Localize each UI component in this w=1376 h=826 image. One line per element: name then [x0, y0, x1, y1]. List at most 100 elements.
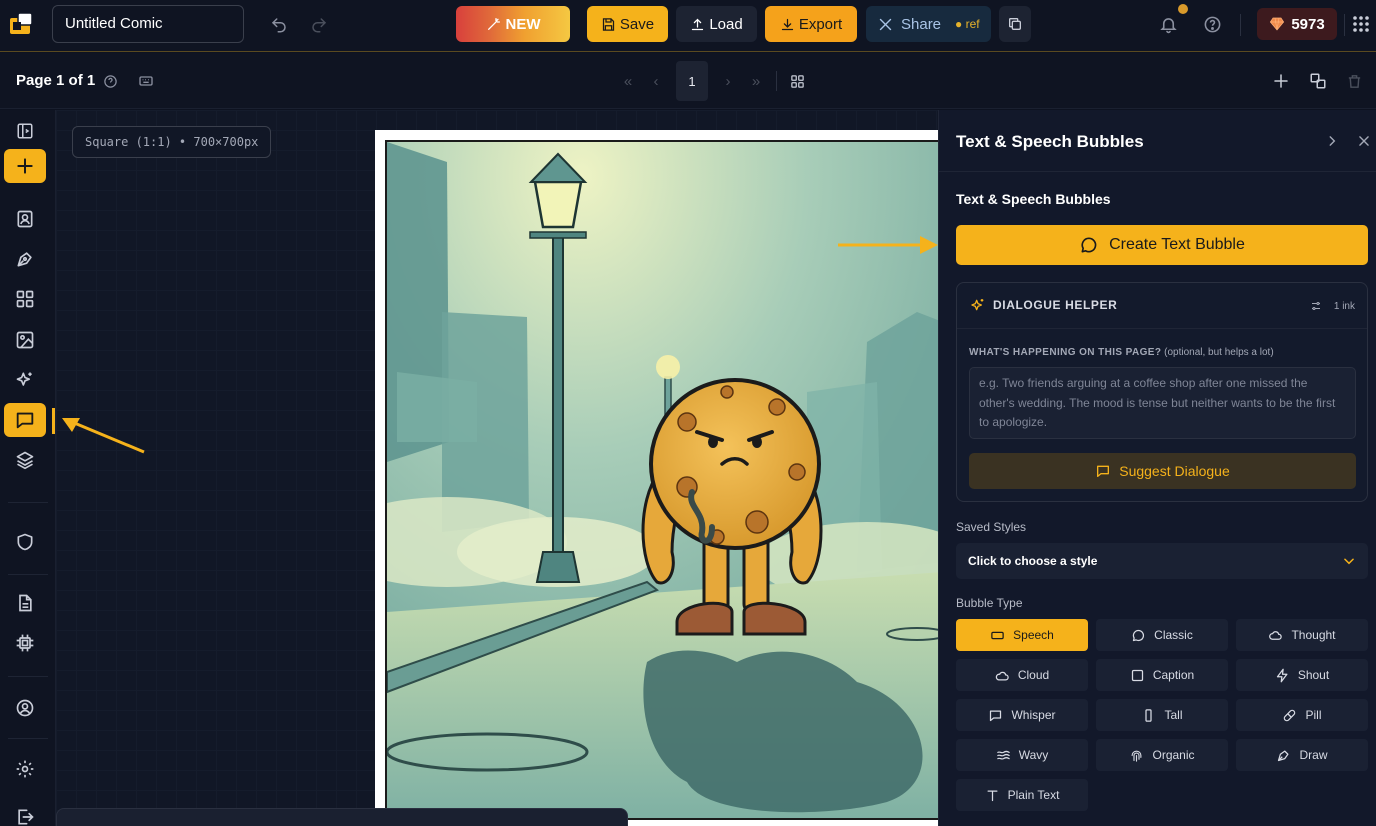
add-element-button[interactable]: [4, 149, 46, 183]
bubble-type-label-tall: Tall: [1164, 708, 1183, 722]
image-icon[interactable]: [4, 323, 46, 357]
save-button[interactable]: Save: [587, 6, 668, 42]
comic-panel-image[interactable]: [385, 140, 938, 820]
new-button[interactable]: NEW: [456, 6, 570, 42]
magic-wand-icon: [487, 18, 500, 30]
keyboard-shortcuts-icon[interactable]: [136, 71, 156, 91]
notifications-bell-icon[interactable]: [1156, 12, 1180, 36]
load-button[interactable]: Load: [676, 6, 757, 42]
export-button[interactable]: Export: [765, 6, 857, 42]
shield-icon[interactable]: [4, 525, 46, 559]
top-bar: Untitled Comic NEW Save Load Export Shar…: [0, 0, 1376, 52]
comic-title-input[interactable]: Untitled Comic: [52, 5, 244, 43]
duplicate-page-icon[interactable]: [1307, 71, 1329, 91]
share-button[interactable]: Share ● ref: [866, 6, 991, 42]
settings-gear-icon[interactable]: [4, 752, 46, 786]
layers-icon[interactable]: [4, 443, 46, 477]
saved-style-select[interactable]: Click to choose a style: [956, 543, 1368, 579]
page-label: Page 1 of 1: [16, 72, 96, 89]
save-icon: [602, 17, 615, 31]
pill-icon: [1284, 709, 1296, 721]
bubble-type-cloud[interactable]: Cloud: [956, 659, 1088, 691]
dialogue-helper-card: DIALOGUE HELPER 1 ink WHAT'S HAPPENING O…: [956, 282, 1368, 502]
delete-page-icon[interactable]: [1344, 71, 1364, 91]
dialogue-helper-divider: [957, 328, 1367, 329]
bubble-type-tall[interactable]: Tall: [1096, 699, 1228, 731]
panels-layout-icon[interactable]: [4, 282, 46, 316]
help-icon[interactable]: [1200, 12, 1224, 36]
saved-style-value: Click to choose a style: [968, 554, 1098, 568]
bubble-type-label-caption: Caption: [1152, 668, 1195, 682]
thought-cloud-icon: [1269, 630, 1283, 640]
pen-tool-icon[interactable]: [4, 242, 46, 276]
share-ref-badge: ● ref: [955, 17, 980, 31]
add-page-icon[interactable]: [1271, 71, 1291, 91]
bubble-type-pill[interactable]: Pill: [1236, 699, 1368, 731]
lightning-icon: [1276, 668, 1288, 682]
canvas-bottom-toolbar[interactable]: [56, 808, 628, 826]
apps-grid-icon[interactable]: [1350, 12, 1372, 36]
page-grid-view-icon[interactable]: [788, 72, 806, 90]
close-panel-icon[interactable]: [1355, 132, 1373, 150]
undo-icon[interactable]: [266, 12, 292, 38]
next-page-icon[interactable]: ›: [720, 71, 736, 91]
bubble-type-wavy[interactable]: Wavy: [956, 739, 1088, 771]
bubble-type-label-plain-text: Plain Text: [1007, 788, 1060, 802]
cloud-icon: [995, 671, 1009, 680]
share-ref-label: ref: [965, 17, 980, 31]
bubble-type-classic[interactable]: Classic: [1096, 619, 1228, 651]
comic-page[interactable]: [375, 130, 938, 826]
copy-icon: [1009, 18, 1021, 30]
bubble-type-label-draw: Draw: [1299, 748, 1328, 762]
message-square-icon: [1097, 465, 1110, 477]
panel-header: Text & Speech Bubbles: [939, 110, 1376, 172]
bubble-type-label-cloud: Cloud: [1017, 668, 1050, 682]
current-page-button[interactable]: 1: [676, 61, 708, 101]
user-profile-icon[interactable]: [4, 691, 46, 725]
bubble-type-organic[interactable]: Organic: [1096, 739, 1228, 771]
collapse-panel-icon[interactable]: [1323, 132, 1341, 150]
speech-round-icon: [1133, 629, 1145, 641]
ai-sparkles-icon[interactable]: [4, 363, 46, 397]
page-context-textarea[interactable]: e.g. Two friends arguing at a coffee sho…: [969, 367, 1356, 439]
pen-draw-icon: [1278, 750, 1289, 761]
bubble-type-whisper[interactable]: Whisper: [956, 699, 1088, 731]
cpu-chip-icon[interactable]: [4, 626, 46, 660]
save-label: Save: [619, 15, 655, 33]
redo-icon[interactable]: [306, 12, 332, 38]
app-logo-icon[interactable]: [8, 10, 36, 38]
create-text-bubble-button[interactable]: Create Text Bubble: [956, 225, 1368, 265]
document-icon[interactable]: [4, 586, 46, 620]
tall-rect-icon: [1145, 708, 1153, 722]
last-page-icon[interactable]: »: [748, 71, 764, 91]
bubble-type-label-organic: Organic: [1152, 748, 1195, 762]
bubble-type-thought[interactable]: Thought: [1236, 619, 1368, 651]
page-help-icon[interactable]: [101, 72, 119, 90]
saved-styles-label: Saved Styles: [956, 520, 1027, 534]
load-label: Load: [709, 15, 743, 33]
copy-button[interactable]: [999, 6, 1031, 42]
bubble-type-speech[interactable]: Speech: [956, 619, 1088, 651]
bubble-type-caption[interactable]: Caption: [1096, 659, 1228, 691]
speech-bubbles-tool[interactable]: [4, 403, 46, 437]
ink-cost[interactable]: 1 ink: [1310, 300, 1355, 312]
bubble-type-plain-text[interactable]: Plain Text: [956, 779, 1088, 811]
gems-balance[interactable]: 5973: [1257, 8, 1337, 40]
x-logo-icon: [879, 18, 892, 30]
suggest-dialogue-button[interactable]: Suggest Dialogue: [969, 453, 1356, 489]
sidebar-divider-2: [8, 574, 48, 575]
active-tool-marker: [52, 408, 55, 434]
bubble-type-shout[interactable]: Shout: [1236, 659, 1368, 691]
bubble-type-draw[interactable]: Draw: [1236, 739, 1368, 771]
prev-page-icon[interactable]: ‹: [648, 71, 664, 91]
gems-count: 5973: [1291, 15, 1325, 33]
canvas-area[interactable]: Square (1:1) • 700×700px: [56, 110, 938, 826]
bubble-type-label-shout: Shout: [1297, 668, 1330, 682]
first-page-icon[interactable]: «: [620, 71, 636, 91]
toggle-panel-icon[interactable]: [4, 114, 46, 148]
characters-icon[interactable]: [4, 202, 46, 236]
logout-icon[interactable]: [4, 800, 46, 826]
canvas-size-badge: Square (1:1) • 700×700px: [72, 126, 272, 158]
sidebar-divider-3: [8, 676, 48, 677]
panel-title: Text & Speech Bubbles: [956, 132, 1144, 151]
